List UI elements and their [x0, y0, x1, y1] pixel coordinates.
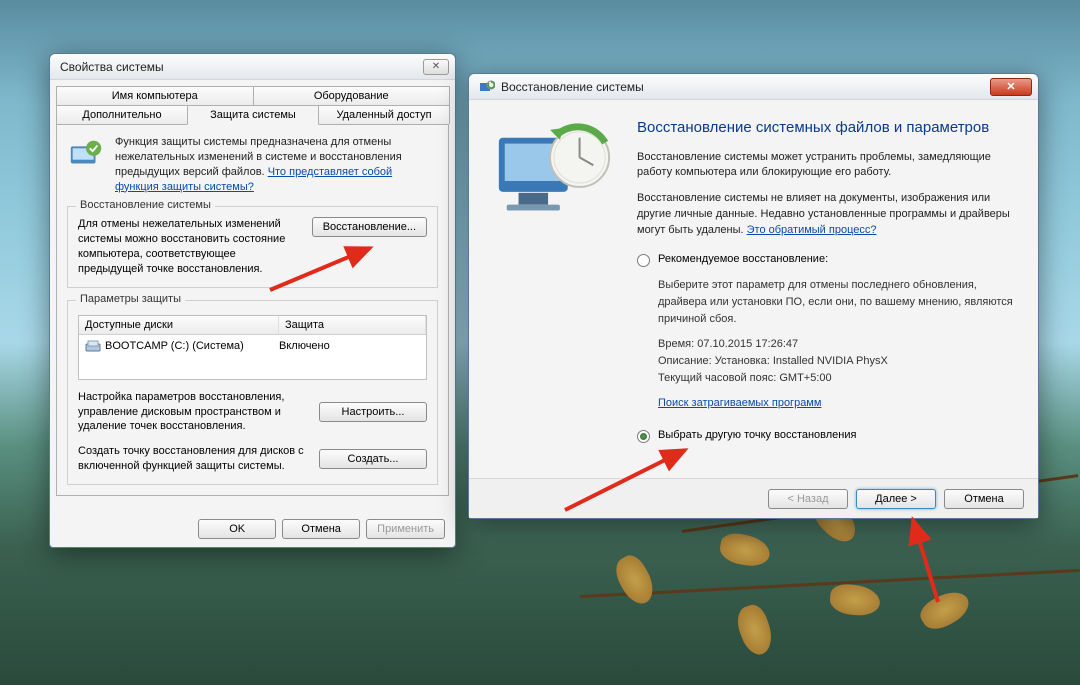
restore-group: Восстановление системы Для отмены нежела… — [67, 206, 438, 287]
col-disks: Доступные диски — [79, 316, 279, 334]
back-button[interactable]: < Назад — [768, 489, 848, 509]
wizard-footer: < Назад Далее > Отмена — [469, 478, 1038, 518]
scan-affected-link[interactable]: Поиск затрагиваемых программ — [658, 397, 821, 409]
ok-button[interactable]: OK — [198, 519, 276, 539]
titlebar[interactable]: Свойства системы ✕ — [50, 54, 455, 80]
table-row[interactable]: BOOTCAMP (C:) (Система) Включено — [79, 335, 426, 357]
system-properties-window: Свойства системы ✕ Имя компьютера Оборуд… — [49, 53, 456, 548]
create-button[interactable]: Создать... — [319, 449, 427, 469]
cancel-button[interactable]: Отмена — [944, 489, 1024, 509]
radio-recommended[interactable] — [637, 254, 650, 267]
radio-recommended-label: Рекомендуемое восстановление: — [658, 253, 828, 265]
cancel-button[interactable]: Отмена — [282, 519, 360, 539]
radio-choose-other-label: Выбрать другую точку восстановления — [658, 429, 856, 441]
protection-icon — [67, 135, 105, 173]
radio-choose-other[interactable] — [637, 430, 650, 443]
intro-text: Функция защиты системы предназначена для… — [115, 135, 438, 194]
protection-params-group: Параметры защиты Доступные диски Защита … — [67, 300, 438, 485]
create-text: Создать точку восстановления для дисков … — [78, 444, 309, 474]
protection-params-label: Параметры защиты — [76, 293, 185, 305]
tab-system-protection[interactable]: Защита системы — [187, 105, 319, 125]
restore-group-text: Для отмены нежелательных изменений систе… — [78, 217, 302, 276]
tab-panel-protection: Функция защиты системы предназначена для… — [56, 124, 449, 496]
titlebar[interactable]: Восстановление системы ✕ — [469, 74, 1038, 100]
wizard-para-1: Восстановление системы может устранить п… — [637, 150, 1018, 182]
tab-computer-name[interactable]: Имя компьютера — [56, 86, 254, 105]
window-title: Свойства системы — [60, 60, 423, 74]
disk-protection: Включено — [279, 340, 420, 352]
disk-name: BOOTCAMP (C:) (Система) — [105, 340, 244, 352]
apply-button[interactable]: Применить — [366, 519, 445, 539]
tab-hardware[interactable]: Оборудование — [253, 86, 451, 105]
window-title: Восстановление системы — [501, 80, 990, 94]
wizard-heading: Восстановление системных файлов и параме… — [637, 118, 1018, 138]
configure-button[interactable]: Настроить... — [319, 402, 427, 422]
tab-strip: Имя компьютера Оборудование Дополнительн… — [50, 80, 455, 124]
disks-table[interactable]: Доступные диски Защита BOOTCAMP (C:) (Си… — [78, 315, 427, 380]
col-protection: Защита — [279, 316, 426, 334]
disk-icon — [85, 339, 101, 353]
restore-app-icon — [479, 79, 495, 95]
tab-remote[interactable]: Удаленный доступ — [318, 105, 450, 124]
restore-group-label: Восстановление системы — [76, 199, 215, 211]
configure-text: Настройка параметров восстановления, упр… — [78, 390, 309, 435]
close-icon[interactable]: ✕ — [423, 59, 449, 75]
restore-hero-icon — [489, 118, 617, 228]
next-button[interactable]: Далее > — [856, 489, 936, 509]
tab-advanced[interactable]: Дополнительно — [56, 105, 188, 124]
reversible-link[interactable]: Это обратимый процесс? — [747, 224, 877, 236]
recommended-details: Выберите этот параметр для отмены послед… — [658, 277, 1018, 412]
system-restore-window: Восстановление системы ✕ В — [468, 73, 1039, 519]
dialog-buttons: OK Отмена Применить — [198, 519, 445, 539]
close-icon[interactable]: ✕ — [990, 78, 1032, 96]
system-restore-button[interactable]: Восстановление... — [312, 217, 427, 237]
wizard-para-2: Восстановление системы не влияет на доку… — [637, 191, 1018, 239]
annotation-arrow-3 — [898, 512, 958, 612]
